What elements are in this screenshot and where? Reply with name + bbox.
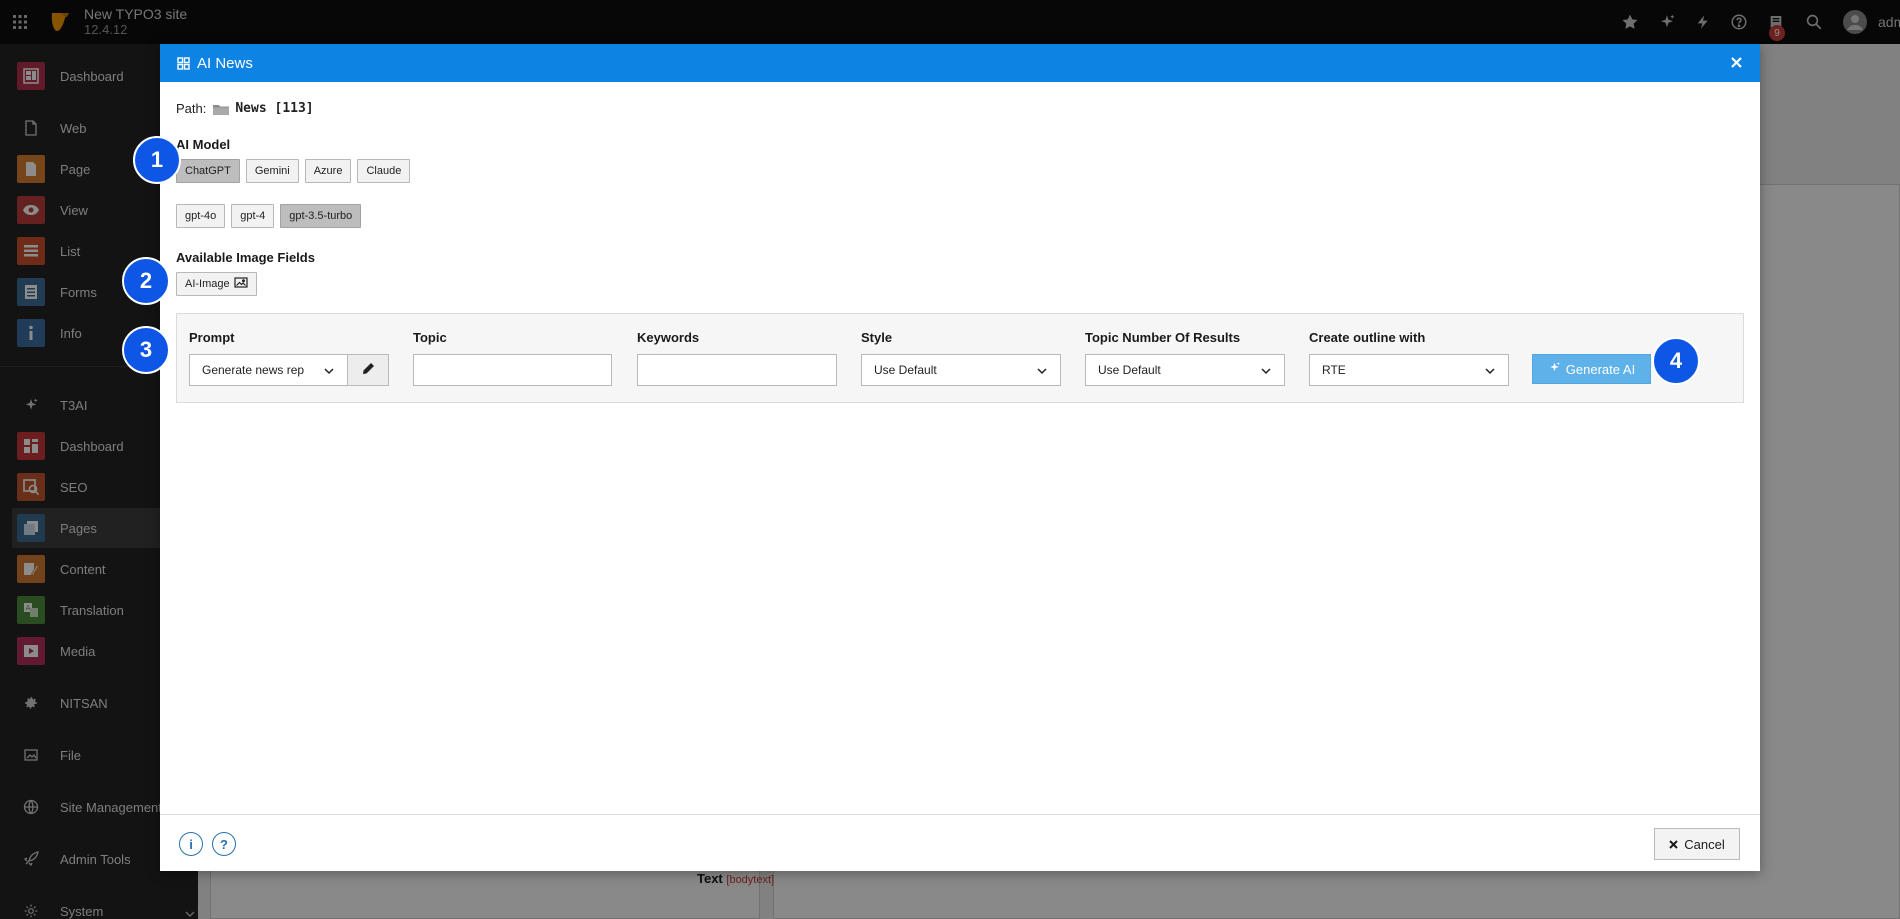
cancel-label: Cancel [1684, 836, 1725, 852]
keywords-input[interactable] [637, 354, 837, 386]
ai-image-button[interactable]: AI-Image [176, 272, 257, 296]
generate-ai-label: Generate AI [1565, 361, 1636, 377]
outline-select-value: RTE [1322, 363, 1346, 377]
modal-title: AI News [197, 55, 253, 72]
chevron-down-icon [1260, 365, 1272, 377]
ai-image-button-label: AI-Image [185, 278, 230, 290]
style-select-value: Use Default [874, 363, 937, 377]
path-label: Path: [176, 101, 207, 116]
close-icon [1669, 837, 1678, 852]
step-marker-2: 2 [122, 257, 170, 305]
topic-results-field: Topic Number Of Results [1085, 330, 1240, 346]
image-fields-label: Available Image Fields [176, 250, 315, 265]
model-gpt-4-button[interactable]: gpt-4 [231, 204, 275, 228]
prompt-select-value: Generate news rep [202, 363, 305, 377]
topic-results-select-value: Use Default [1098, 363, 1161, 377]
topic-results-label: Topic Number Of Results [1085, 330, 1241, 345]
step-marker-1: 1 [133, 136, 181, 184]
provider-chatgpt-button[interactable]: ChatGPT [176, 159, 240, 183]
ai-news-modal: AI News Path: News [113] AI Model ChatGP… [122, 44, 1760, 871]
provider-azure-button[interactable]: Azure [304, 159, 352, 183]
record-path: Path: News [113] [176, 101, 314, 116]
topic-results-select[interactable]: Use Default [1085, 354, 1285, 386]
outline-label: Create outline with [1309, 330, 1426, 345]
cancel-button[interactable]: Cancel [1654, 828, 1740, 860]
prompt-field: Prompt [189, 330, 235, 346]
outline-select[interactable]: RTE [1309, 354, 1509, 386]
folder-icon [213, 103, 230, 115]
style-label: Style [861, 330, 893, 345]
ai-model-label: AI Model [176, 137, 231, 152]
help-icon[interactable]: ? [212, 832, 236, 856]
chevron-down-icon [1036, 365, 1048, 377]
modal-footer: i ? Cancel [160, 814, 1760, 871]
model-gpt-3-5-turbo-button[interactable]: gpt-3.5-turbo [280, 204, 362, 228]
keywords-field: Keywords [637, 330, 699, 346]
image-field-buttons: AI-Image [176, 272, 257, 296]
model-gpt-4o-button[interactable]: gpt-4o [176, 204, 226, 228]
provider-gemini-button[interactable]: Gemini [245, 159, 299, 183]
style-field: Style [861, 330, 892, 346]
pencil-icon [362, 362, 375, 378]
step-marker-4: 4 [1652, 337, 1700, 385]
topic-label: Topic [413, 330, 447, 345]
chevron-down-icon [1484, 365, 1496, 377]
provider-buttons: ChatGPT Gemini Azure Claude [176, 159, 411, 183]
ai-sparkle-icon [1548, 361, 1561, 377]
generate-ai-button[interactable]: Generate AI [1532, 354, 1651, 384]
outline-field: Create outline with [1309, 330, 1425, 346]
prompt-label: Prompt [189, 330, 235, 345]
image-icon [234, 277, 248, 291]
generation-form: Prompt Generate news rep Topic Keywords [176, 313, 1744, 403]
provider-claude-button[interactable]: Claude [357, 159, 411, 183]
chevron-down-icon [323, 365, 335, 377]
modal-header: AI News [160, 44, 1760, 82]
topic-field: Topic [413, 330, 447, 346]
prompt-select[interactable]: Generate news rep [189, 354, 348, 386]
path-value: News [113] [235, 101, 314, 116]
close-icon[interactable] [1726, 52, 1746, 72]
keywords-label: Keywords [637, 330, 700, 345]
modal-title-icon [177, 57, 190, 70]
edit-prompt-button[interactable] [347, 354, 389, 386]
topic-input[interactable] [413, 354, 612, 386]
info-icon[interactable]: i [179, 832, 203, 856]
step-marker-3: 3 [122, 326, 170, 374]
model-buttons: gpt-4o gpt-4 gpt-3.5-turbo [176, 204, 362, 228]
style-select[interactable]: Use Default [861, 354, 1061, 386]
